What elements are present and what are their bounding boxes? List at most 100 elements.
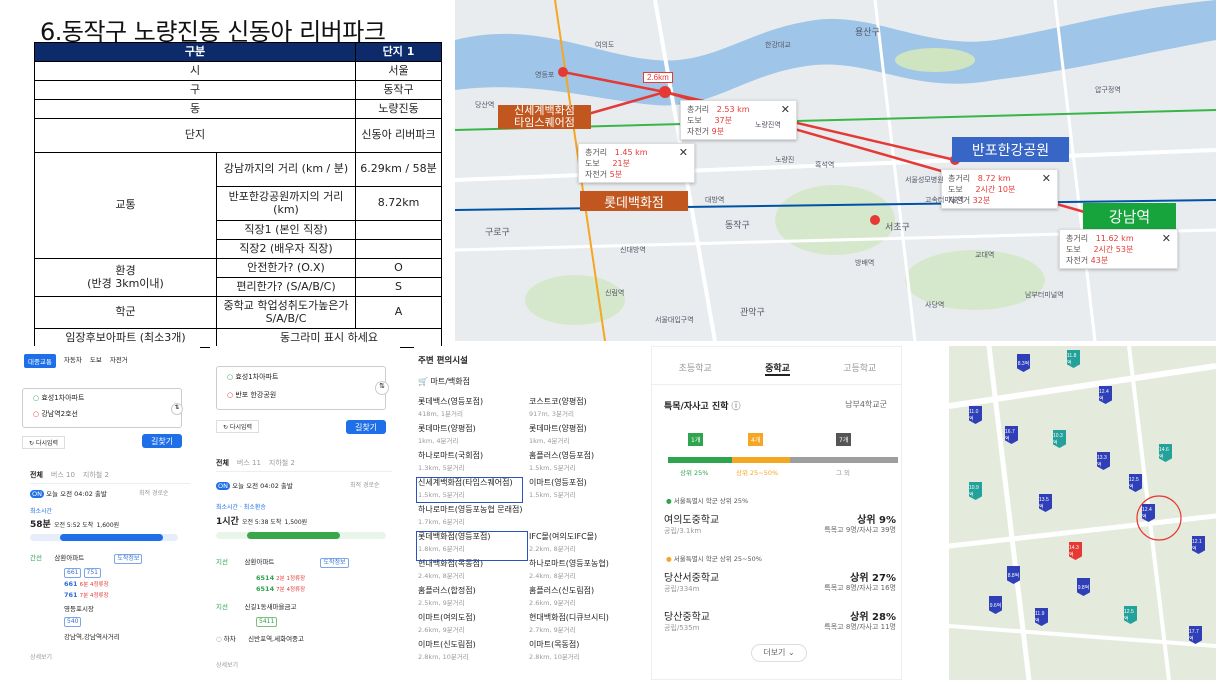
price-pin[interactable]: 17.7억 (1189, 626, 1202, 644)
route-summary: 58분 오전 5:52 도착 1,600원 (30, 517, 119, 530)
facility-name: 홈플러스(영등포점) (529, 451, 595, 460)
sort-select[interactable]: 최적 경로순 (139, 488, 169, 497)
details-link[interactable]: 상세보기 (30, 652, 52, 661)
price-pin[interactable]: 12.1억 (1192, 536, 1205, 554)
bus-number: 761 (64, 591, 78, 599)
swap-icon[interactable]: ⇅ (171, 403, 183, 415)
more-button[interactable]: 더보기 ⌄ (751, 644, 807, 662)
facility-item[interactable]: 하나로마트(영등포농협) 2.4km, 8분거리 (529, 558, 609, 580)
tab-high[interactable]: 고등학교 (843, 361, 876, 376)
close-icon[interactable]: ✕ (1162, 232, 1171, 247)
bus-detail: 2분 1정류장 (276, 576, 306, 582)
step-name: 신반포역,세화여중고 (248, 635, 305, 643)
facility-item[interactable]: 롯데마트(양평점) 1km, 4분거리 (529, 423, 587, 445)
facility-item[interactable]: 현대백화점(디큐브시티) 2.7km, 9분거리 (529, 612, 609, 634)
reset-button[interactable]: ↻ 다시입력 (22, 436, 66, 449)
info-icon[interactable]: ⓘ (732, 402, 741, 412)
facility-item[interactable]: 롯데백스(영등포점) 418m, 1분거리 (418, 396, 483, 418)
price-pin[interactable]: 11.0억 (969, 406, 982, 424)
facility-item[interactable]: 홈플러스(영등포점) 1.5km, 5분거리 (529, 450, 594, 472)
facility-distance: 1km, 4분거리 (529, 437, 570, 445)
tab-all[interactable]: 전체 (216, 458, 229, 468)
duration: 1시간 (216, 517, 239, 527)
facility-item[interactable]: IFC몰(여의도IFC몰) 2.2km, 8분거리 (529, 531, 597, 553)
tab-bike[interactable]: 자전거 (110, 354, 128, 368)
facility-item[interactable]: 홈플러스(신도림점) 2.6km, 9분거리 (529, 585, 594, 607)
header-complex: 단지 1 (355, 42, 442, 62)
sort-select[interactable]: 최적 경로순 (350, 480, 380, 489)
distance-map[interactable]: 2.6km 신세계백화점 타임스퀘어점 롯데백화점 반포한강공원 강남역 ✕ 총… (455, 0, 1216, 341)
reset-label: 다시입력 (229, 424, 253, 431)
school-item[interactable]: 여의도중학교 공립/3.1km 상위 9% 특목고 9명/자사고 39명 (664, 511, 896, 536)
school-item[interactable]: 당산중학교 공립/535m 상위 28% 특목고 8명/자사고 11명 (664, 608, 896, 633)
facility-item[interactable]: 이마트(목동점) 2.8km, 10분거리 (529, 639, 580, 661)
reset-button[interactable]: ↻ 다시입력 (216, 420, 260, 433)
swap-icon[interactable]: ⇅ (375, 381, 389, 395)
row-label: 임장후보아파트 (최소3개) (34, 328, 217, 348)
from-field[interactable]: ○ 효성1차아파트 (217, 367, 385, 387)
row-value: 노량진동 (355, 99, 442, 119)
facility-item[interactable]: 코스트코(양평점) 917m, 3분거리 (529, 396, 587, 418)
price-pin[interactable]: 8.8억 (1007, 566, 1020, 584)
facility-item[interactable]: 이마트(신도림점) 2.8km, 10분거리 (418, 639, 476, 661)
facility-distance: 2.8km, 10분거리 (529, 653, 580, 661)
from-field[interactable]: ○ 효성1차아파트 (23, 389, 181, 407)
depart-time[interactable]: ON 오늘 오전 04:02 출발 (216, 480, 293, 490)
tab-car[interactable]: 자동차 (64, 354, 82, 368)
table-row: 단지 신동아 리버파크 (34, 118, 442, 153)
school-item[interactable]: 당산서중학교 공립/334m 상위 27% 특목고 8명/자사고 16명 (664, 569, 896, 594)
close-icon[interactable]: ✕ (781, 103, 790, 118)
search-button[interactable]: 길찾기 (142, 434, 182, 448)
facility-item[interactable]: 홈플러스(합정점) 2.5km, 9분거리 (418, 585, 476, 607)
facility-item[interactable]: 현대백화점(목동점) 2.4km, 8분거리 (418, 558, 483, 580)
price-pin[interactable]: 12.5억 (1124, 606, 1137, 624)
arrival-info-button[interactable]: 도착정보 (114, 554, 143, 565)
price-pin[interactable]: 10.9억 (969, 482, 982, 500)
price-pin[interactable]: 16.7억 (1005, 426, 1018, 444)
depart-time[interactable]: ON 오늘 오전 04:02 출발 (30, 488, 107, 498)
tab-transit[interactable]: 대중교통 (24, 354, 56, 368)
reset-label: 다시입력 (35, 440, 59, 447)
tab-all[interactable]: 전체 (30, 470, 43, 480)
to-field[interactable]: ○ 반포 한강공원 (217, 387, 385, 403)
price-pin[interactable]: 13.3억 (1097, 452, 1110, 470)
price-pin[interactable]: 8.3억 (1017, 354, 1030, 372)
tab-walk[interactable]: 도보 (90, 354, 102, 368)
tab-subway[interactable]: 지하철 2 (83, 470, 109, 480)
facility-item[interactable]: 이마트(영등포점) 1.5km, 5분거리 (529, 477, 587, 499)
close-icon[interactable]: ✕ (679, 146, 688, 161)
flag-other: 7개 (836, 433, 852, 446)
price-pin[interactable]: 12.4억 (1099, 386, 1112, 404)
facility-item[interactable]: 하나로마트(영등포농협 문래점) 1.7km, 6분거리 (418, 504, 522, 526)
price-pin[interactable]: 12.5억 (1129, 474, 1142, 492)
search-button[interactable]: 길찾기 (346, 420, 386, 434)
price-pin[interactable]: 11.8억 (1067, 350, 1080, 368)
facility-item[interactable]: 하나로마트(국회점) 1.3km, 5분거리 (418, 450, 483, 472)
facility-distance: 2.4km, 8분거리 (418, 572, 465, 580)
price-pin[interactable]: 9.8억 (1077, 578, 1090, 596)
header-category: 구분 (34, 42, 356, 62)
tab-bus[interactable]: 버스 10 (51, 470, 75, 480)
price-pin[interactable]: 12.4억 (1142, 504, 1155, 522)
tab-elementary[interactable]: 초등학교 (679, 361, 712, 376)
tab-subway[interactable]: 지하철 2 (269, 458, 295, 468)
tab-bus[interactable]: 버스 11 (237, 458, 261, 468)
price-pin[interactable]: 9.6억 (989, 596, 1002, 614)
popup-label: 도보 (687, 115, 702, 125)
popup-label: 도보 (585, 158, 600, 168)
to-field[interactable]: ○ 강남역2호선 (23, 407, 181, 421)
price-pin[interactable]: 13.5억 (1039, 494, 1052, 512)
apartment-price-map[interactable]: 8.3억 11.8억 12.4억 14.3억 12.5억 10.9억 9.6억 13.5억 8.… (949, 346, 1216, 680)
result-tabs: 전체 버스 10 지하철 2 (30, 470, 190, 484)
details-link[interactable]: 상세보기 (216, 660, 238, 669)
facility-item[interactable]: 롯데마트(양평점) 1km, 4분거리 (418, 423, 476, 445)
price-pin[interactable]: 14.3억 (1069, 542, 1082, 560)
facility-name: 이마트(영등포점) (529, 478, 587, 487)
arrival-info-button[interactable]: 도착정보 (320, 558, 349, 569)
tab-middle[interactable]: 중학교 (765, 361, 790, 376)
price-pin[interactable]: 10.3억 (1053, 430, 1066, 448)
price-pin[interactable]: 11.9억 (1035, 608, 1048, 626)
facility-item[interactable]: 이마트(여의도점) 2.6km, 9분거리 (418, 612, 476, 634)
price-pin[interactable]: 14.6억 (1159, 444, 1172, 462)
close-icon[interactable]: ✕ (1042, 172, 1051, 187)
